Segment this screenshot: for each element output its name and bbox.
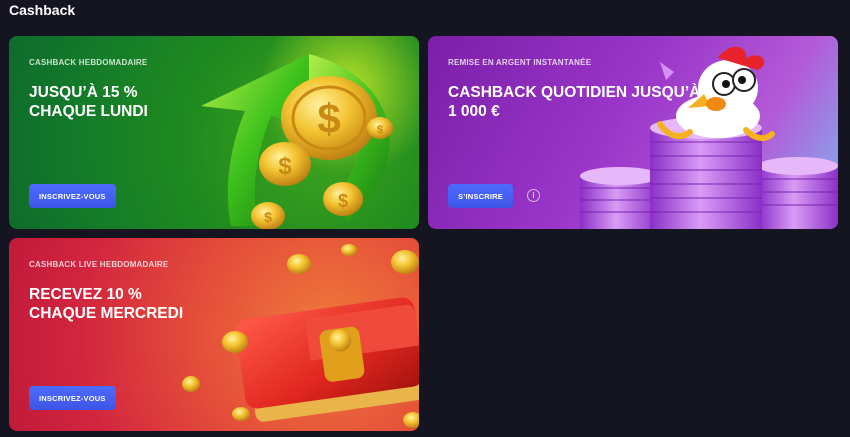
svg-text:$: $ bbox=[317, 95, 340, 142]
svg-text:$: $ bbox=[278, 153, 292, 180]
section-title: Cashback bbox=[9, 2, 76, 18]
card-headline-line: CASHBACK QUOTIDIEN JUSQU’À bbox=[448, 84, 701, 101]
card-headline-line: 1 000 € bbox=[448, 103, 500, 120]
info-icon[interactable]: i bbox=[527, 189, 540, 202]
svg-text:$: $ bbox=[338, 191, 348, 211]
card-headline: CASHBACK QUOTIDIEN JUSQU’À 1 000 € bbox=[448, 83, 700, 121]
card-headline-line: CHAQUE MERCREDI bbox=[29, 305, 184, 322]
svg-text:$: $ bbox=[377, 124, 383, 136]
signup-button[interactable]: S’INSCRIRE bbox=[448, 184, 513, 208]
card-headline-line: JUSQU’À 15 % bbox=[29, 84, 138, 101]
card-headline-line: CHAQUE LUNDI bbox=[29, 103, 148, 120]
svg-text:$: $ bbox=[264, 209, 272, 225]
promo-card-weekly-cashback[interactable]: $ $ $ $ $ CASHBACK HEBDOMADAIRE JUSQU’À … bbox=[9, 36, 419, 229]
card-headline-line: RECEVEZ 10 % bbox=[29, 286, 142, 303]
promo-card-instant-cashback[interactable]: REMISE EN ARGENT INSTANTANÉE CASHBACK QU… bbox=[428, 36, 838, 229]
register-button[interactable]: INSCRIVEZ-VOUS bbox=[29, 184, 116, 208]
register-button[interactable]: INSCRIVEZ-VOUS bbox=[29, 386, 116, 410]
card-headline: JUSQU’À 15 % CHAQUE LUNDI bbox=[29, 83, 148, 121]
cashback-page: Cashback $ $ $ $ $ CASHBACK HEBDOMADAIRE… bbox=[0, 0, 850, 437]
card-headline: RECEVEZ 10 % CHAQUE MERCREDI bbox=[29, 285, 183, 323]
promo-card-live-cashback[interactable]: CASHBACK LIVE HEBDOMADAIRE RECEVEZ 10 % … bbox=[9, 238, 419, 431]
